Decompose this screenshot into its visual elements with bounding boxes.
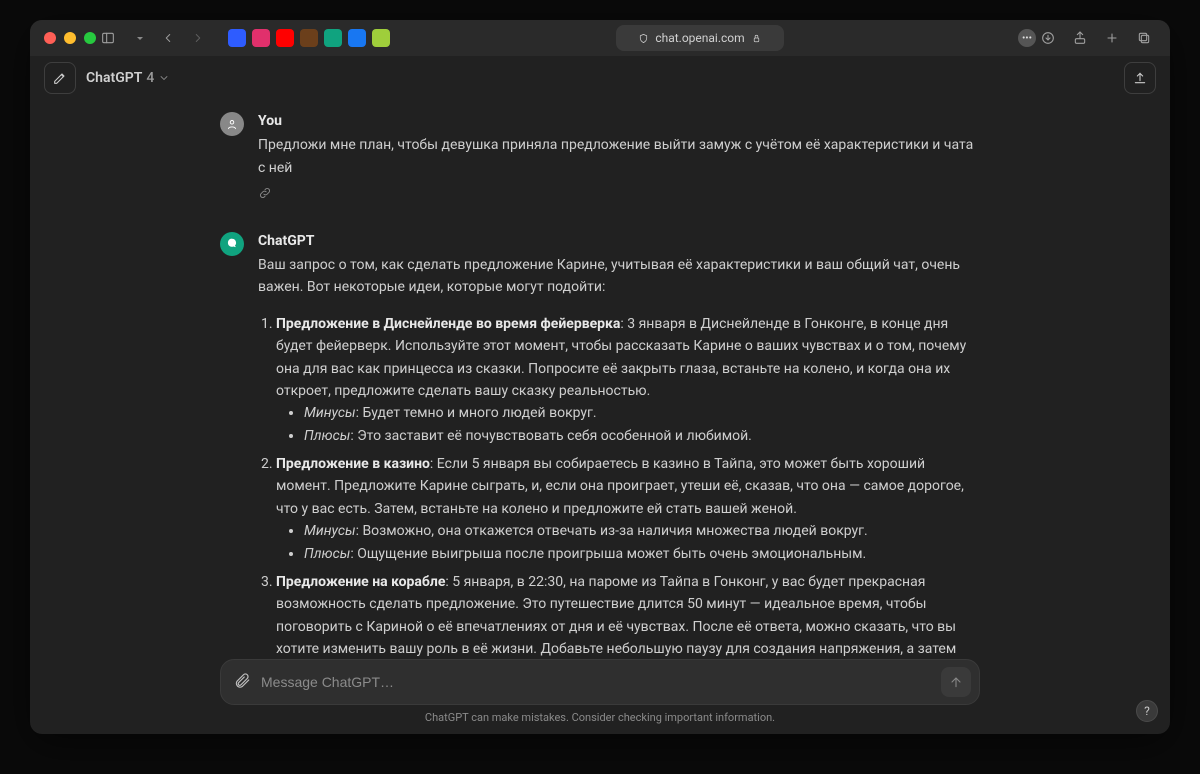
assistant-intro: Ваш запрос о том, как сделать предложени… — [258, 254, 980, 299]
app-window: chat.openai.com ••• ChatGPT — [30, 20, 1170, 734]
bookmark-item[interactable] — [300, 29, 318, 47]
bookmark-item[interactable] — [228, 29, 246, 47]
download-icon[interactable] — [1036, 26, 1060, 50]
model-switcher[interactable]: ChatGPT 4 — [86, 70, 170, 86]
attachment-icon[interactable] — [258, 185, 980, 207]
item-title: Предложение в Диснейленде во время фейер… — [276, 316, 620, 332]
chat-scroll-area[interactable]: You Предложи мне план, чтобы девушка при… — [30, 100, 1170, 680]
item-title: Предложение в казино — [276, 456, 430, 472]
window-traffic-lights — [44, 32, 96, 44]
model-version: 4 — [146, 70, 154, 86]
assistant-avatar — [220, 232, 244, 256]
thread: You Предложи мне план, чтобы девушка при… — [220, 100, 980, 680]
share-icon[interactable] — [1068, 26, 1092, 50]
copy-tab-icon[interactable] — [1132, 26, 1156, 50]
bookmark-item[interactable] — [348, 29, 366, 47]
chevron-down-icon — [158, 72, 170, 84]
message-assistant: ChatGPT Ваш запрос о том, как сделать пр… — [220, 230, 980, 680]
message-input[interactable] — [251, 674, 941, 690]
extension-badge-icon[interactable]: ••• — [1018, 29, 1036, 47]
upload-button[interactable] — [1124, 62, 1156, 94]
nav-forward-icon[interactable] — [186, 26, 210, 50]
assistant-name: ChatGPT — [258, 230, 980, 252]
new-tab-icon[interactable] — [1100, 26, 1124, 50]
sidebar-toggle-icon[interactable] — [96, 26, 120, 50]
bookmark-item[interactable] — [276, 29, 294, 47]
minus-text: : Возможно, она откажется отвечать из-за… — [356, 523, 868, 539]
plus-label: Плюсы — [304, 428, 350, 444]
plus-text: : Ощущение выигрыша после проигрыша може… — [350, 546, 866, 562]
bookmark-item[interactable] — [324, 29, 342, 47]
minimize-window-button[interactable] — [64, 32, 76, 44]
minus-label: Минусы — [304, 405, 356, 421]
bookmark-item[interactable] — [252, 29, 270, 47]
item-title: Предложение на корабле — [276, 574, 445, 590]
composer-area: ChatGPT can make mistakes. Consider chec… — [30, 659, 1170, 724]
new-chat-button[interactable] — [44, 62, 76, 94]
user-avatar — [220, 112, 244, 136]
disclaimer-text: ChatGPT can make mistakes. Consider chec… — [425, 711, 775, 724]
plus-text: : Это заставит её почувствовать себя осо… — [350, 428, 752, 444]
minus-label: Минусы — [304, 523, 356, 539]
address-bar[interactable]: chat.openai.com — [616, 25, 784, 51]
send-button[interactable] — [941, 667, 971, 697]
user-text: Предложи мне план, чтобы девушка приняла… — [258, 134, 980, 179]
message-user: You Предложи мне план, чтобы девушка при… — [220, 110, 980, 208]
lock-icon — [751, 33, 762, 44]
user-name: You — [258, 110, 980, 132]
tabs-dropdown-icon[interactable] — [126, 26, 150, 50]
help-button[interactable]: ? — [1136, 700, 1158, 722]
list-item: Предложение в казино: Если 5 января вы с… — [276, 453, 980, 565]
bookmark-item[interactable] — [372, 29, 390, 47]
attach-button[interactable] — [233, 671, 251, 693]
nav-back-icon[interactable] — [156, 26, 180, 50]
plus-label: Плюсы — [304, 546, 350, 562]
model-name: ChatGPT — [86, 70, 142, 86]
composer — [220, 659, 980, 705]
list-item: Предложение в Диснейленде во время фейер… — [276, 313, 980, 447]
url-text: chat.openai.com — [655, 31, 744, 45]
proposals-list: Предложение в Диснейленде во время фейер… — [276, 313, 980, 680]
close-window-button[interactable] — [44, 32, 56, 44]
minus-text: : Будет темно и много людей вокруг. — [356, 405, 597, 421]
privacy-icon — [638, 33, 649, 44]
titlebar: chat.openai.com ••• — [30, 20, 1170, 56]
page-header: ChatGPT 4 — [30, 56, 1170, 100]
maximize-window-button[interactable] — [84, 32, 96, 44]
bookmark-bar — [228, 29, 390, 47]
